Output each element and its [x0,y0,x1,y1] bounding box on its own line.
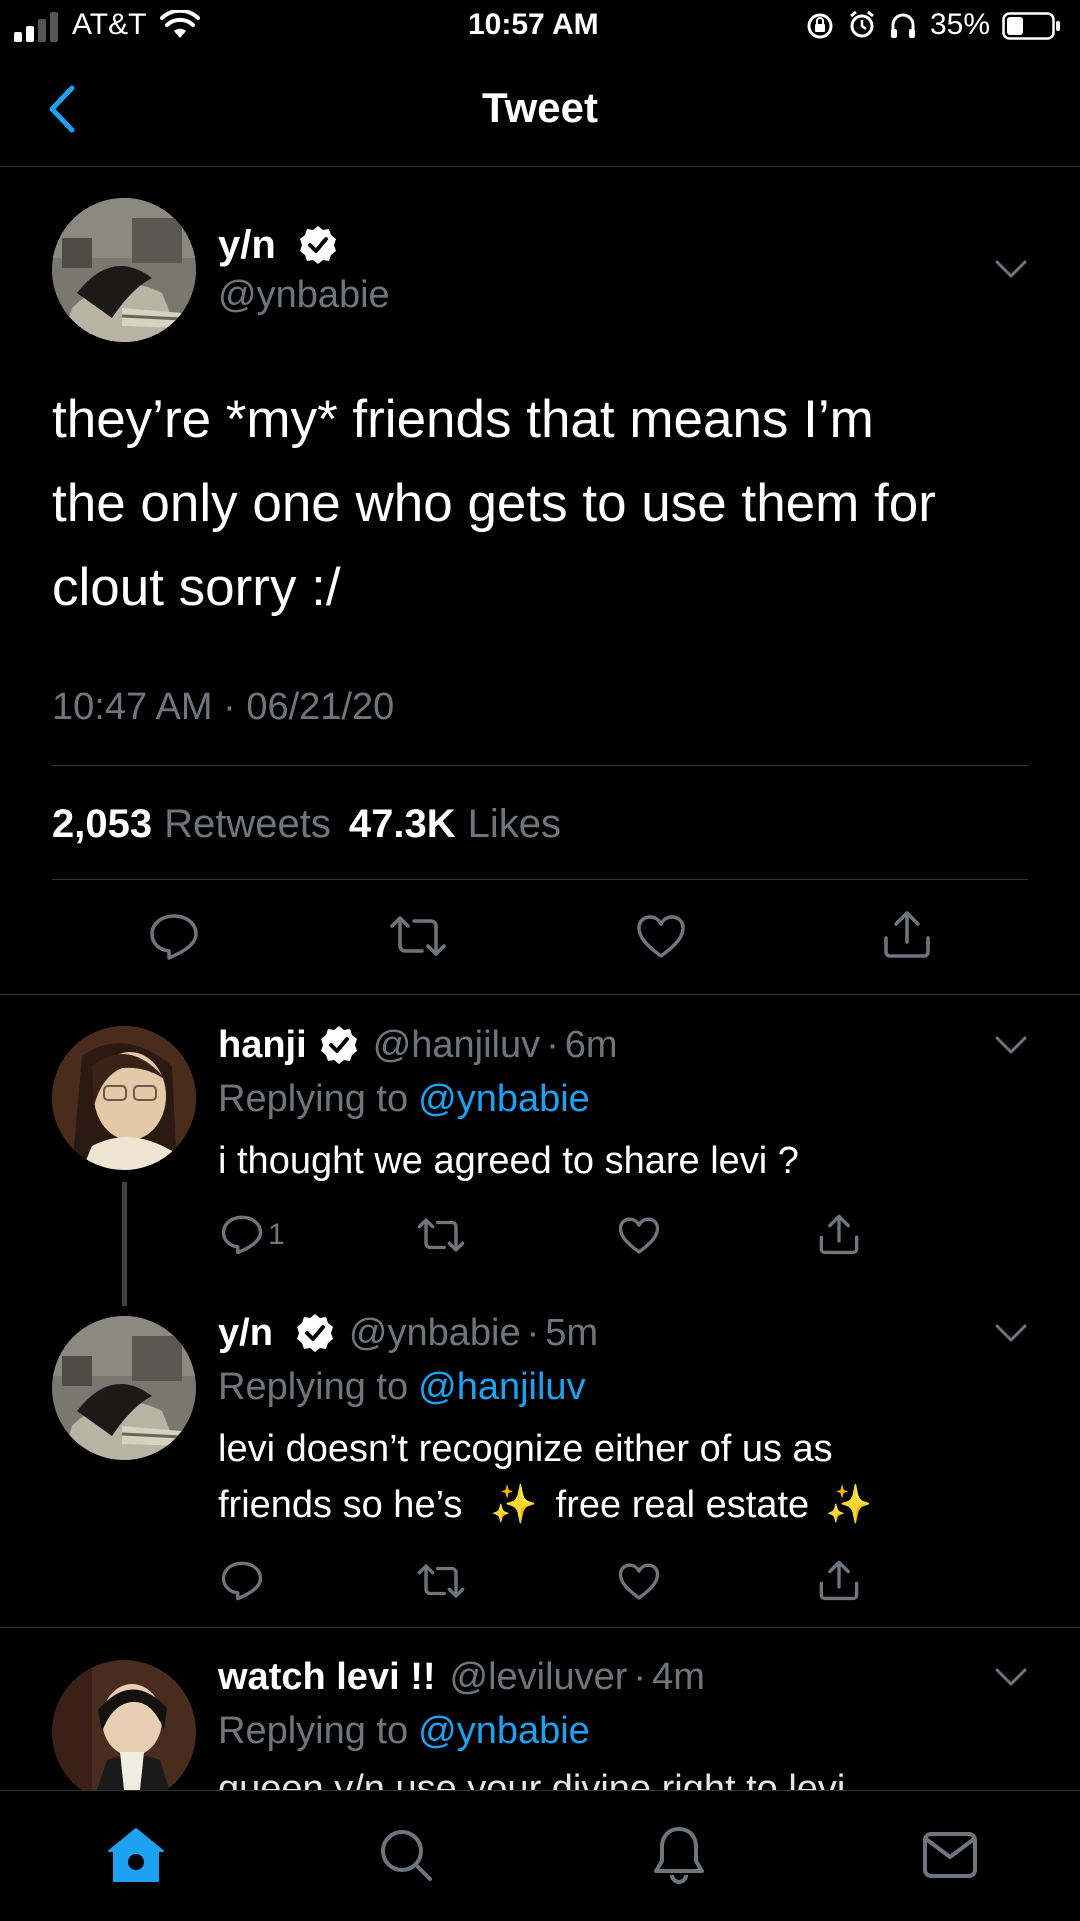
replying-to-label: Replying to [218,1365,409,1408]
likes-count[interactable]: 47.3K [349,802,456,847]
tweet-text-line: the only one who gets to use them for [52,474,936,533]
tweet-timestamp: 10:47 AM · 06/21/20 [52,686,395,728]
replying-to-link[interactable]: @hanjiluv [418,1366,585,1409]
share-icon[interactable] [818,1558,860,1602]
retweets-label[interactable]: Retweets [164,802,331,847]
reply-text-segment: free real estate [555,1483,810,1526]
verified-badge-icon [320,1026,357,1064]
reply-time: 5m [545,1311,599,1354]
like-icon[interactable] [636,914,686,960]
reply-handle[interactable]: @leviluver [450,1656,628,1699]
reply-icon[interactable] [148,912,200,962]
tweet-text-line: clout sorry :/ [52,558,341,617]
reply-handle[interactable]: @hanjiluv [373,1024,540,1067]
thread-connector [122,1182,127,1306]
sparkles-emoji: ✨ [825,1484,873,1526]
section-divider [0,1627,1080,1628]
divider [52,879,1028,880]
chevron-down-icon[interactable] [994,1666,1028,1688]
likes-label[interactable]: Likes [468,802,561,847]
replying-to-label: Replying to [218,1709,409,1752]
chevron-down-icon[interactable] [994,1034,1028,1056]
reply-text-segment: friends so he’s [218,1483,463,1526]
battery-icon [1002,12,1060,40]
reply-time: 6m [564,1023,618,1066]
share-icon[interactable] [818,1212,860,1256]
reply-text: i thought we agreed to share levi ? [218,1140,799,1182]
signal-icon [14,12,58,42]
page-title: Tweet [482,84,598,131]
like-icon[interactable] [618,1562,660,1602]
chevron-down-icon[interactable] [994,258,1028,280]
replying-to-label: Replying to [218,1077,409,1120]
retweet-icon[interactable] [388,914,448,958]
retweet-icon[interactable] [416,1562,466,1600]
reply-author-name[interactable]: hanji [218,1024,307,1067]
reply-author-name[interactable]: watch levi !! [218,1656,436,1699]
reply-author-name[interactable]: y/n [218,1312,273,1355]
battery-percent: 35% [930,8,991,41]
share-icon[interactable] [882,908,932,960]
divider [52,765,1028,766]
notifications-icon[interactable] [652,1825,706,1885]
avatar[interactable] [52,1316,196,1460]
alarm-icon [850,10,874,38]
chevron-down-icon[interactable] [994,1322,1028,1344]
tweet-text: they’re *my* friends that means I’m the … [52,378,1022,630]
messages-icon[interactable] [922,1831,978,1879]
reply-text-line: levi doesn’t recognize either of us as [218,1428,833,1470]
author-name[interactable]: y/n [218,223,276,268]
tab-bar [0,1790,1080,1921]
header-divider [0,166,1080,167]
author-handle[interactable]: @ynbabie [218,274,390,317]
headphones-icon [891,13,915,38]
reply-text-line: friends so he’s ✨ free real estate ✨ [218,1480,872,1530]
dot-separator: · [633,1655,647,1698]
carrier-label: AT&T [72,8,147,41]
tweet-text-line: they’re *my* friends that means I’m [52,390,874,449]
replying-to-link[interactable]: @ynbabie [418,1078,590,1121]
reply-icon[interactable] [220,1214,264,1256]
like-icon[interactable] [618,1216,660,1256]
reply-time: 4m [652,1655,705,1698]
replying-to-link[interactable]: @ynbabie [418,1710,590,1753]
sparkles-emoji: ✨ [490,1484,538,1526]
status-time: 10:57 AM [468,8,599,41]
avatar[interactable] [52,1026,196,1170]
section-divider [0,994,1080,995]
retweets-count[interactable]: 2,053 [52,802,152,847]
home-icon[interactable] [106,1827,166,1883]
dot-separator: · [526,1311,540,1354]
reply-handle[interactable]: @ynbabie [349,1312,521,1355]
wifi-icon [160,10,200,38]
orientation-lock-icon [807,13,833,39]
retweet-icon[interactable] [416,1216,466,1254]
verified-badge-icon [296,1314,333,1352]
avatar[interactable] [52,198,196,342]
engagement-stats: 2,053 Retweets 47.3K Likes [52,796,561,852]
dot-separator: · [546,1023,559,1066]
search-icon[interactable] [378,1827,434,1883]
reply-count: 1 [268,1218,285,1251]
avatar[interactable] [52,1660,196,1804]
reply-icon[interactable] [220,1560,264,1602]
verified-badge-icon [299,226,336,264]
